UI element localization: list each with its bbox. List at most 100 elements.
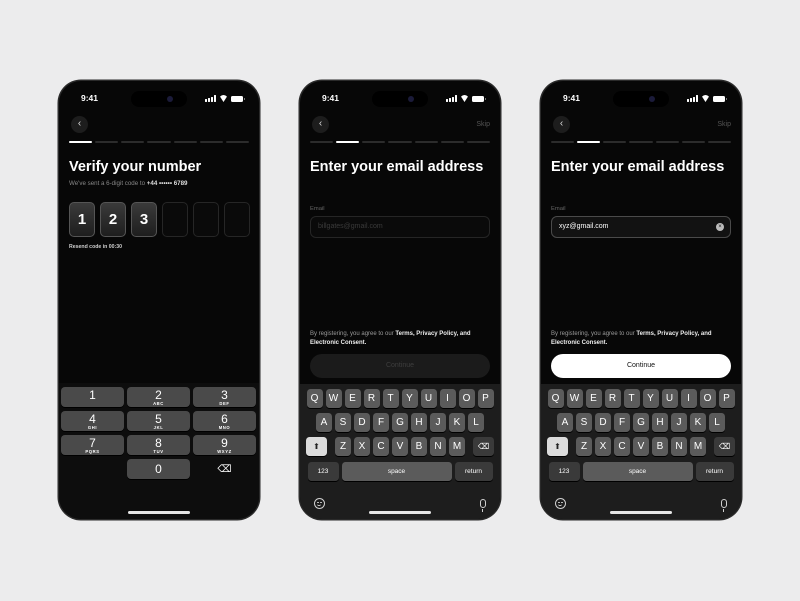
key-f[interactable]: F bbox=[614, 413, 630, 432]
key-v[interactable]: V bbox=[392, 437, 408, 456]
keypad-key-5[interactable]: 5 JKL bbox=[127, 411, 190, 431]
key-n[interactable]: N bbox=[671, 437, 687, 456]
back-button[interactable]: ‹ bbox=[553, 116, 570, 133]
key-j[interactable]: J bbox=[671, 413, 687, 432]
key-h[interactable]: H bbox=[411, 413, 427, 432]
delete-key[interactable]: ⌫ bbox=[473, 437, 494, 456]
otp-digit-box[interactable] bbox=[224, 202, 250, 237]
shift-key[interactable]: ⬆ bbox=[547, 437, 568, 456]
key-e[interactable]: E bbox=[344, 389, 361, 408]
email-input[interactable]: xyz@gmail.com × bbox=[551, 216, 731, 238]
keypad-delete-button[interactable]: ⌫ bbox=[193, 459, 256, 479]
key-c[interactable]: C bbox=[614, 437, 630, 456]
key-m[interactable]: M bbox=[690, 437, 706, 456]
keypad-key-9[interactable]: 9 WXYZ bbox=[193, 435, 256, 455]
return-key[interactable]: return bbox=[454, 462, 493, 481]
key-a[interactable]: A bbox=[316, 413, 332, 432]
cellular-signal-icon bbox=[446, 95, 457, 102]
key-u[interactable]: U bbox=[420, 389, 437, 408]
shift-key[interactable]: ⬆ bbox=[306, 437, 327, 456]
numbers-key[interactable]: 123 bbox=[548, 462, 580, 481]
skip-button[interactable]: Skip bbox=[717, 121, 731, 128]
key-k[interactable]: K bbox=[690, 413, 706, 432]
electronic-consent-link[interactable]: Electronic Consent. bbox=[551, 340, 607, 346]
key-r[interactable]: R bbox=[363, 389, 380, 408]
key-f[interactable]: F bbox=[373, 413, 389, 432]
space-key[interactable]: space bbox=[582, 462, 693, 481]
otp-digit-box[interactable]: 2 bbox=[100, 202, 126, 237]
key-y[interactable]: Y bbox=[642, 389, 659, 408]
key-j[interactable]: J bbox=[430, 413, 446, 432]
key-p[interactable]: P bbox=[718, 389, 735, 408]
key-h[interactable]: H bbox=[652, 413, 668, 432]
continue-button[interactable]: Continue bbox=[310, 354, 490, 378]
key-s[interactable]: S bbox=[335, 413, 351, 432]
emoji-icon[interactable] bbox=[314, 498, 325, 509]
return-key[interactable]: return bbox=[695, 462, 734, 481]
keypad-key-2[interactable]: 2 ABC bbox=[127, 387, 190, 407]
clear-input-icon[interactable]: × bbox=[716, 223, 724, 231]
key-o[interactable]: O bbox=[458, 389, 475, 408]
key-w[interactable]: W bbox=[566, 389, 583, 408]
key-b[interactable]: B bbox=[411, 437, 427, 456]
back-button[interactable]: ‹ bbox=[71, 116, 88, 133]
key-d[interactable]: D bbox=[354, 413, 370, 432]
key-n[interactable]: N bbox=[430, 437, 446, 456]
terms-link[interactable]: Terms, Privacy Policy, bbox=[395, 331, 458, 337]
key-c[interactable]: C bbox=[373, 437, 389, 456]
key-g[interactable]: G bbox=[633, 413, 649, 432]
legal-consent-text: By registering, you agree to our Terms, … bbox=[310, 331, 471, 346]
otp-digit-box[interactable] bbox=[193, 202, 219, 237]
key-a[interactable]: A bbox=[557, 413, 573, 432]
numbers-key[interactable]: 123 bbox=[307, 462, 339, 481]
key-y[interactable]: Y bbox=[401, 389, 418, 408]
back-button[interactable]: ‹ bbox=[312, 116, 329, 133]
keypad-key-1[interactable]: 1 bbox=[61, 387, 124, 407]
key-w[interactable]: W bbox=[325, 389, 342, 408]
otp-digit-box[interactable] bbox=[162, 202, 188, 237]
terms-link[interactable]: Terms, Privacy Policy, bbox=[636, 331, 699, 337]
key-o[interactable]: O bbox=[699, 389, 716, 408]
key-e[interactable]: E bbox=[585, 389, 602, 408]
delete-key[interactable]: ⌫ bbox=[714, 437, 735, 456]
electronic-consent-link[interactable]: Electronic Consent. bbox=[310, 340, 366, 346]
key-t[interactable]: T bbox=[382, 389, 399, 408]
key-l[interactable]: L bbox=[709, 413, 725, 432]
keypad-key-6[interactable]: 6 MNO bbox=[193, 411, 256, 431]
key-l[interactable]: L bbox=[468, 413, 484, 432]
otp-digit-box[interactable]: 3 bbox=[131, 202, 157, 237]
key-i[interactable]: I bbox=[680, 389, 697, 408]
keypad-key-8[interactable]: 8 TUV bbox=[127, 435, 190, 455]
key-q[interactable]: Q bbox=[547, 389, 564, 408]
key-t[interactable]: T bbox=[623, 389, 640, 408]
key-k[interactable]: K bbox=[449, 413, 465, 432]
key-g[interactable]: G bbox=[392, 413, 408, 432]
microphone-icon[interactable] bbox=[480, 499, 486, 512]
key-p[interactable]: P bbox=[477, 389, 494, 408]
keypad-key-7[interactable]: 7 PQRS bbox=[61, 435, 124, 455]
key-x[interactable]: X bbox=[595, 437, 611, 456]
otp-digit-box[interactable]: 1 bbox=[69, 202, 95, 237]
key-v[interactable]: V bbox=[633, 437, 649, 456]
space-key[interactable]: space bbox=[341, 462, 452, 481]
emoji-icon[interactable] bbox=[555, 498, 566, 509]
otp-code-input[interactable]: 1 2 3 bbox=[69, 202, 250, 237]
key-z[interactable]: Z bbox=[335, 437, 351, 456]
skip-button[interactable]: Skip bbox=[476, 121, 490, 128]
keypad-key-3[interactable]: 3 DEF bbox=[193, 387, 256, 407]
keypad-key-0[interactable]: 0 bbox=[127, 459, 190, 479]
microphone-icon[interactable] bbox=[721, 499, 727, 512]
key-r[interactable]: R bbox=[604, 389, 621, 408]
email-input[interactable]: billgates@gmail.com bbox=[310, 216, 490, 238]
keypad-key-4[interactable]: 4 GHI bbox=[61, 411, 124, 431]
key-m[interactable]: M bbox=[449, 437, 465, 456]
continue-button[interactable]: Continue bbox=[551, 354, 731, 378]
key-q[interactable]: Q bbox=[306, 389, 323, 408]
key-u[interactable]: U bbox=[661, 389, 678, 408]
key-z[interactable]: Z bbox=[576, 437, 592, 456]
key-x[interactable]: X bbox=[354, 437, 370, 456]
key-s[interactable]: S bbox=[576, 413, 592, 432]
key-d[interactable]: D bbox=[595, 413, 611, 432]
key-b[interactable]: B bbox=[652, 437, 668, 456]
key-i[interactable]: I bbox=[439, 389, 456, 408]
